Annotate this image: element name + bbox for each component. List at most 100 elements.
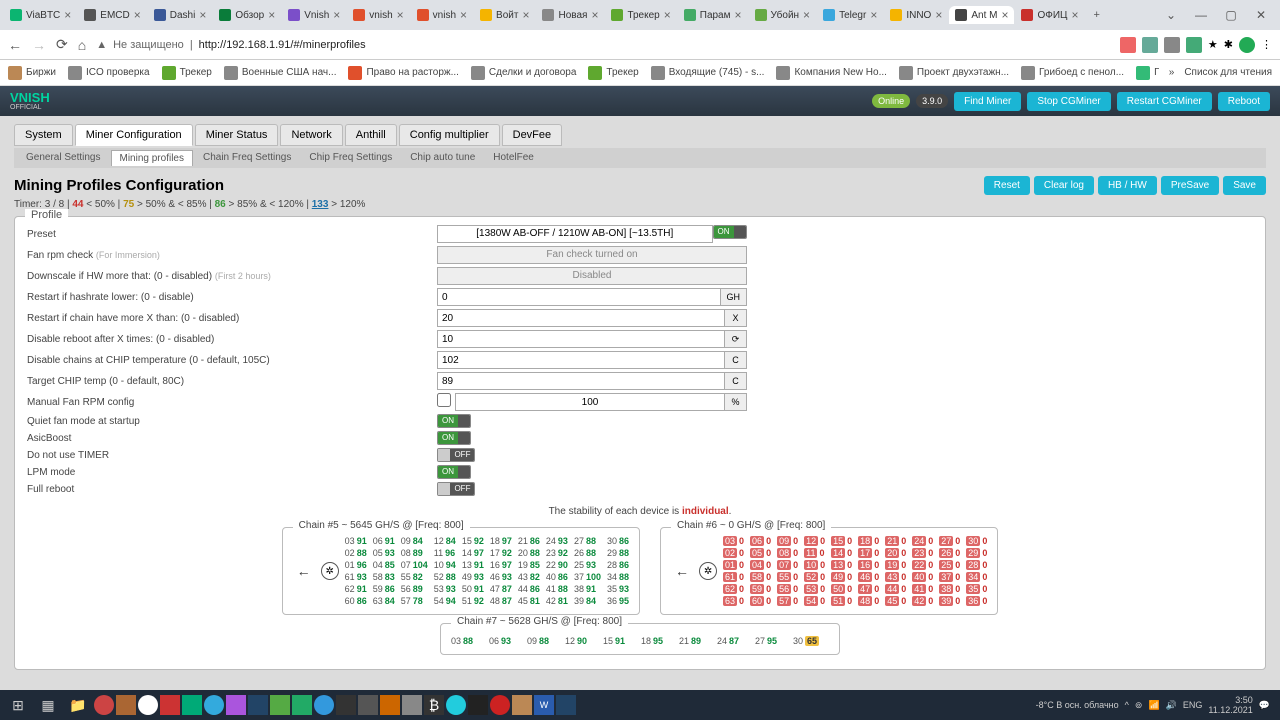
- reload-icon[interactable]: ⟳: [56, 36, 68, 53]
- manual-fan-checkbox[interactable]: [437, 393, 451, 407]
- ext-icon[interactable]: [1186, 37, 1202, 53]
- clock[interactable]: 3:5011.12.2021: [1208, 695, 1252, 715]
- close-icon[interactable]: ×: [870, 8, 877, 22]
- browser-tab[interactable]: vnish×: [411, 6, 473, 24]
- task-icon[interactable]: [248, 695, 268, 715]
- preset-toggle[interactable]: ON: [713, 225, 747, 239]
- close-icon[interactable]: ×: [522, 8, 529, 22]
- tray-chevron-icon[interactable]: ^: [1125, 700, 1129, 710]
- sub-tab[interactable]: Chip auto tune: [402, 150, 483, 166]
- volume-icon[interactable]: 🔊: [1166, 700, 1177, 711]
- notifications-icon[interactable]: 💬: [1259, 700, 1270, 711]
- bookmark-item[interactable]: Грибоед с пенол...: [1021, 66, 1124, 80]
- main-tab[interactable]: Anthill: [345, 124, 397, 146]
- task-icon[interactable]: [182, 695, 202, 715]
- network-icon[interactable]: ⊚: [1135, 700, 1143, 711]
- bookmark-item[interactable]: Трекер: [162, 66, 212, 80]
- task-icon[interactable]: [336, 695, 356, 715]
- chrome-icon[interactable]: [138, 695, 158, 715]
- browser-tab[interactable]: Новая×: [536, 6, 604, 24]
- task-icon[interactable]: [270, 695, 290, 715]
- task-icon[interactable]: [490, 695, 510, 715]
- start-button[interactable]: ⊞: [4, 692, 32, 718]
- bookmark-item[interactable]: Сделки и договора: [471, 66, 577, 80]
- close-icon[interactable]: ×: [735, 8, 742, 22]
- find-miner-button[interactable]: Find Miner: [954, 92, 1021, 111]
- save-button[interactable]: Save: [1223, 176, 1266, 195]
- bookmark-item[interactable]: Биржи: [8, 66, 56, 80]
- profile-icon[interactable]: [1239, 37, 1255, 53]
- task-icon[interactable]: [160, 695, 180, 715]
- preset-select[interactable]: [1380W AB-OFF / 1210W AB-ON] [~13.5TH]: [437, 225, 713, 243]
- browser-tab[interactable]: Убойн×: [749, 6, 817, 24]
- main-tab[interactable]: Network: [280, 124, 342, 146]
- reset-button[interactable]: Reset: [984, 176, 1030, 195]
- task-icon[interactable]: [402, 695, 422, 715]
- minimize-button[interactable]: ―: [1186, 3, 1216, 28]
- bookmark-item[interactable]: Поиск в Интернете: [1136, 66, 1159, 80]
- bookmark-item[interactable]: Проект двухэтажн...: [899, 66, 1009, 80]
- task-icon[interactable]: [292, 695, 312, 715]
- bookmark-item[interactable]: Трекер: [588, 66, 638, 80]
- bookmark-item[interactable]: ICO проверка: [68, 66, 150, 80]
- asicboost-toggle[interactable]: ON: [437, 431, 471, 445]
- browser-tab[interactable]: EMCD×: [78, 6, 146, 24]
- back-icon[interactable]: ←: [8, 37, 22, 53]
- insecure-icon[interactable]: ▲: [96, 39, 107, 51]
- browser-tab[interactable]: ViaBTC×: [4, 6, 77, 24]
- browser-tab[interactable]: Обзор×: [213, 6, 281, 24]
- main-tab[interactable]: System: [14, 124, 73, 146]
- close-icon[interactable]: ×: [397, 8, 404, 22]
- restart-cgminer-button[interactable]: Restart CGMiner: [1117, 92, 1212, 111]
- clearlog-button[interactable]: Clear log: [1034, 176, 1094, 195]
- browser-tab[interactable]: Парам×: [678, 6, 748, 24]
- close-icon[interactable]: ×: [1071, 8, 1078, 22]
- lang-indicator[interactable]: ENG: [1183, 700, 1203, 710]
- manual-fan-input[interactable]: [455, 393, 725, 411]
- reading-list-button[interactable]: Список для чтения: [1184, 67, 1272, 78]
- restart-hashrate-input[interactable]: [437, 288, 721, 306]
- wifi-icon[interactable]: 📶: [1148, 700, 1159, 711]
- task-icon[interactable]: ▦: [34, 692, 62, 718]
- close-window-button[interactable]: ✕: [1246, 3, 1276, 28]
- downscale-display[interactable]: Disabled: [437, 267, 747, 285]
- task-icon[interactable]: [116, 695, 136, 715]
- browser-tab[interactable]: Войт×: [474, 6, 535, 24]
- home-icon[interactable]: ⌂: [78, 37, 86, 53]
- quiet-fan-toggle[interactable]: ON: [437, 414, 471, 428]
- ext-icon[interactable]: [1120, 37, 1136, 53]
- close-icon[interactable]: ×: [333, 8, 340, 22]
- close-icon[interactable]: ×: [199, 8, 206, 22]
- disable-reboot-input[interactable]: [437, 330, 725, 348]
- browser-tab[interactable]: vnish×: [347, 6, 409, 24]
- close-icon[interactable]: ×: [460, 8, 467, 22]
- close-icon[interactable]: ×: [664, 8, 671, 22]
- main-tab[interactable]: Miner Status: [195, 124, 279, 146]
- url-text[interactable]: http://192.168.1.91/#/minerprofiles: [199, 39, 366, 51]
- task-icon[interactable]: [468, 695, 488, 715]
- main-tab[interactable]: Config multiplier: [399, 124, 500, 146]
- chain-prev-icon[interactable]: ←: [293, 563, 315, 579]
- close-icon[interactable]: ×: [935, 8, 942, 22]
- extensions-icon[interactable]: ✱: [1224, 38, 1233, 51]
- dropdown-icon[interactable]: ⌄: [1156, 3, 1186, 28]
- sub-tab[interactable]: Chip Freq Settings: [301, 150, 400, 166]
- sub-tab[interactable]: HotelFee: [485, 150, 542, 166]
- disable-chains-input[interactable]: [437, 351, 725, 369]
- close-icon[interactable]: ×: [1001, 8, 1008, 22]
- hbhw-button[interactable]: HB / HW: [1098, 176, 1157, 195]
- close-icon[interactable]: ×: [803, 8, 810, 22]
- telegram-icon[interactable]: [314, 695, 334, 715]
- restart-chain-input[interactable]: [437, 309, 725, 327]
- word-icon[interactable]: W: [534, 695, 554, 715]
- reboot-button[interactable]: Reboot: [1218, 92, 1270, 111]
- task-icon[interactable]: ₿: [424, 695, 444, 715]
- fullreboot-toggle[interactable]: OFF: [437, 482, 475, 496]
- target-chip-input[interactable]: [437, 372, 725, 390]
- browser-tab[interactable]: Dashi×: [148, 6, 213, 24]
- ext-icon[interactable]: [1164, 37, 1180, 53]
- sub-tab[interactable]: Mining profiles: [111, 150, 193, 166]
- close-icon[interactable]: ×: [268, 8, 275, 22]
- task-icon[interactable]: [226, 695, 246, 715]
- edge-icon[interactable]: [446, 695, 466, 715]
